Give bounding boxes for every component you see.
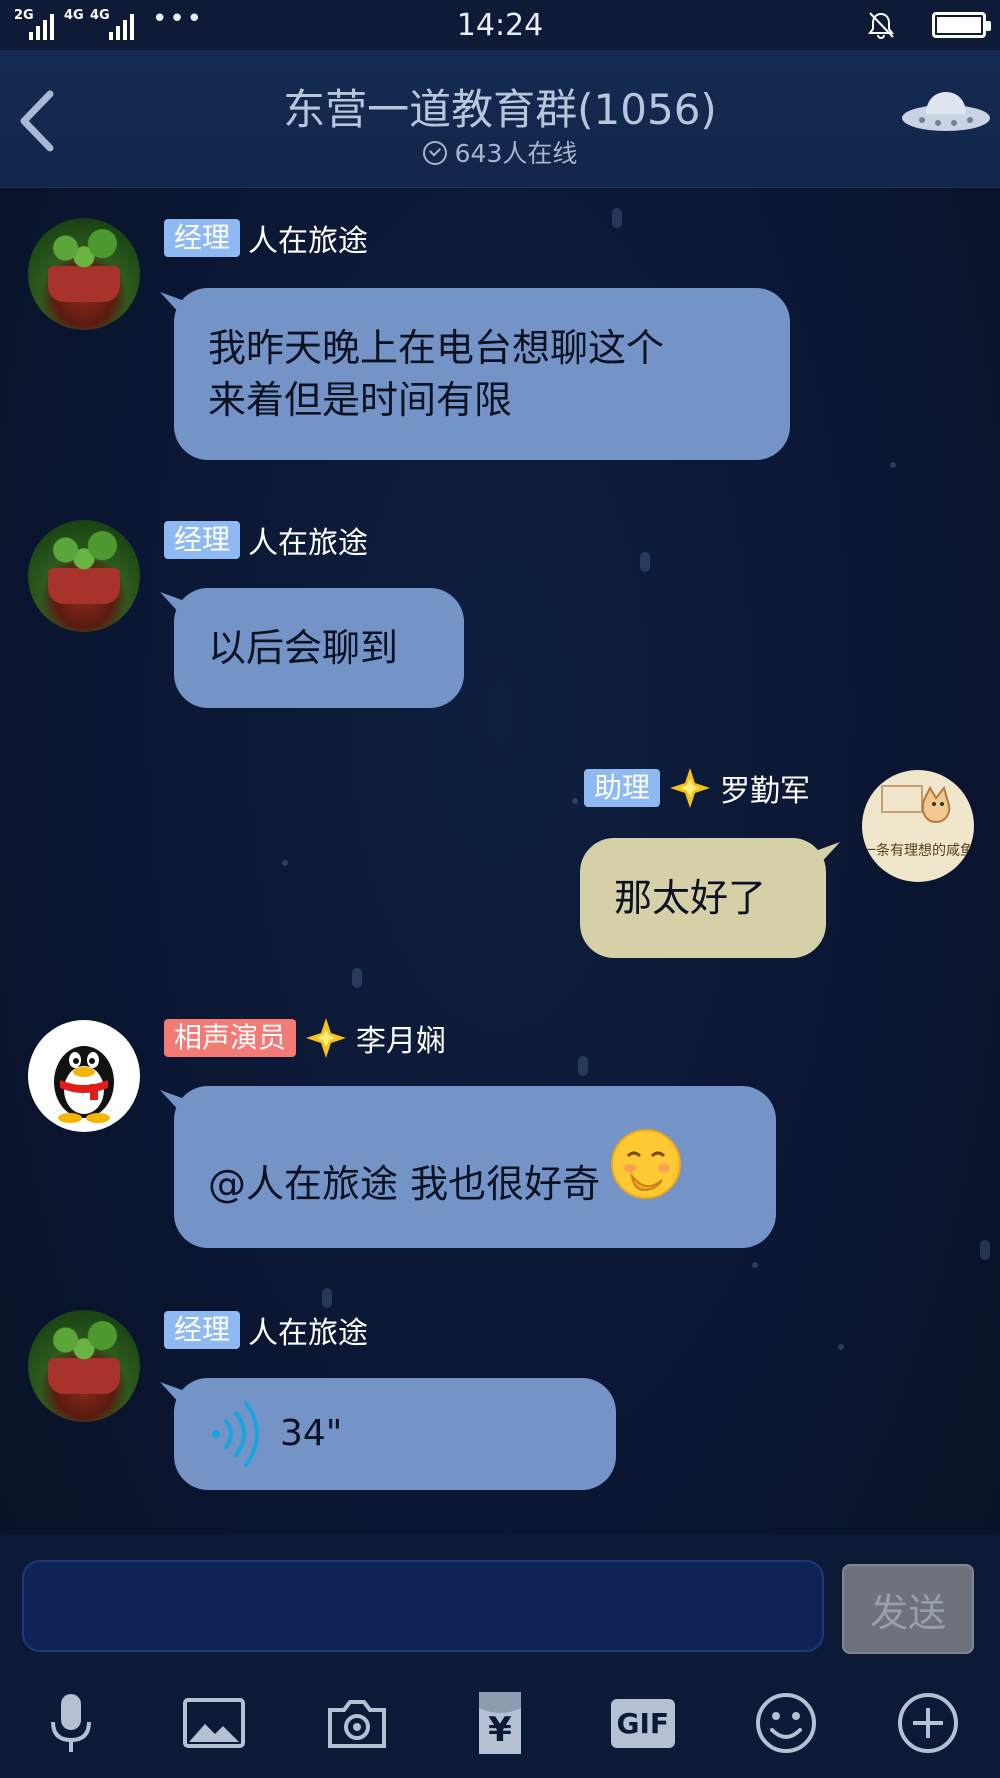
- avatar[interactable]: 一条有理想的咸鱼: [862, 770, 974, 882]
- sender-row: 助理 罗勤军: [584, 766, 810, 810]
- chat-header: 东营一道教育群(1056) 643人在线: [0, 50, 1000, 188]
- sender-row: 经理 人在旅途: [164, 518, 368, 562]
- role-badge: 经理: [164, 219, 241, 257]
- message-input[interactable]: [22, 1560, 824, 1652]
- background-star: [578, 1056, 588, 1076]
- avatar[interactable]: [28, 520, 140, 632]
- role-badge: 经理: [164, 1311, 241, 1349]
- role-badge: 相声演员: [164, 1019, 297, 1057]
- background-star: [752, 1262, 758, 1268]
- background-star: [352, 968, 362, 988]
- group-title[interactable]: 东营一道教育群(1056): [0, 76, 1000, 137]
- image-icon[interactable]: [179, 1688, 249, 1758]
- bell-muted-icon: [868, 12, 894, 39]
- background-star: [322, 1288, 332, 1308]
- avatar[interactable]: [28, 218, 140, 330]
- voice-message: 34": [208, 1399, 342, 1469]
- clock: 14:24: [456, 8, 544, 43]
- ufo-icon[interactable]: [900, 84, 992, 140]
- avatar[interactable]: [28, 1310, 140, 1422]
- background-star: [282, 860, 288, 866]
- sender-name[interactable]: 罗勤军: [720, 766, 810, 810]
- emoji-icon[interactable]: [751, 1688, 821, 1758]
- avatar-caption: 一条有理想的咸鱼: [862, 843, 974, 859]
- message-text: 那太好了: [614, 876, 767, 920]
- input-bar: 发送: [0, 1534, 1000, 1668]
- sender-row: 相声演员 李月娴: [164, 1016, 446, 1060]
- sender-name[interactable]: 李月娴: [356, 1016, 446, 1060]
- status-bar: 2G 4G 4G ••• 14:24: [0, 0, 1000, 50]
- penguin-icon: [54, 1046, 114, 1123]
- message-text: @人在旅途 我也很好奇: [208, 1162, 601, 1206]
- chat-background: [0, 0, 1000, 1778]
- background-star: [572, 798, 578, 804]
- message-bubble[interactable]: 那太好了: [580, 838, 826, 958]
- chat-toolbar: ¥ GIF: [0, 1668, 1000, 1778]
- shy-emoji-icon: [611, 1129, 682, 1199]
- online-count-label: 643人在线: [454, 139, 578, 168]
- check-circle-icon: [422, 141, 447, 165]
- message-bubble[interactable]: 我昨天晚上在电台想聊这个 来着但是时间有限: [174, 288, 790, 460]
- avatar[interactable]: [28, 1020, 140, 1132]
- red-packet-label: ¥: [488, 1710, 512, 1750]
- message-text: 来着但是时间有限: [208, 378, 513, 422]
- camera-icon[interactable]: [322, 1688, 392, 1758]
- background-star: [890, 462, 896, 468]
- background-star: [838, 1344, 844, 1350]
- sparkle-level-icon: [306, 1018, 347, 1058]
- battery-icon: [932, 12, 991, 38]
- sender-name[interactable]: 人在旅途: [248, 518, 368, 562]
- message-bubble[interactable]: 以后会聊到: [174, 588, 464, 708]
- sender-row: 经理 人在旅途: [164, 216, 368, 260]
- gif-icon[interactable]: GIF: [608, 1688, 678, 1758]
- sender-row: 经理 人在旅途: [164, 1308, 368, 1352]
- gif-label: GIF: [610, 1698, 676, 1748]
- background-star: [640, 552, 650, 572]
- background-star: [980, 1240, 990, 1260]
- cat-sketch-icon: [881, 785, 951, 824]
- sender-name[interactable]: 人在旅途: [248, 216, 368, 260]
- voice-message-bubble[interactable]: 34": [174, 1378, 616, 1490]
- role-badge: 助理: [584, 769, 661, 807]
- message-text: 我昨天晚上在电台想聊这个: [208, 326, 665, 370]
- microphone-icon[interactable]: [36, 1688, 106, 1758]
- message-text: 以后会聊到: [208, 626, 399, 670]
- plus-icon[interactable]: [893, 1688, 963, 1758]
- sparkle-level-icon: [670, 768, 711, 808]
- voice-duration: 34": [280, 1413, 343, 1454]
- background-star: [612, 208, 622, 228]
- send-button[interactable]: 发送: [842, 1564, 974, 1654]
- voice-wave-icon: [212, 1401, 259, 1467]
- red-packet-icon[interactable]: ¥: [465, 1688, 535, 1758]
- sender-name[interactable]: 人在旅途: [248, 1308, 368, 1352]
- role-badge: 经理: [164, 521, 241, 559]
- message-bubble[interactable]: @人在旅途 我也很好奇: [174, 1086, 776, 1248]
- status-right: [866, 10, 991, 40]
- online-count: 643人在线: [0, 134, 1000, 170]
